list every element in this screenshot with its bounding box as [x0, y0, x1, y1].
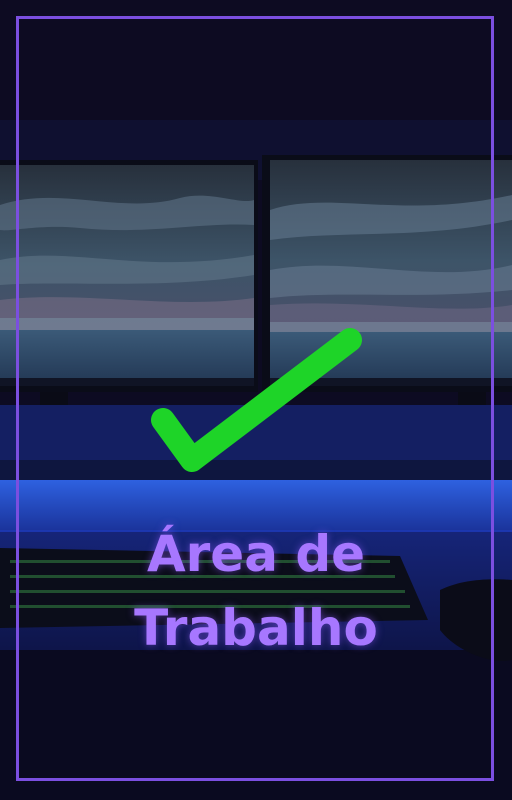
title-line-2: Trabalho	[134, 599, 378, 657]
check-icon	[151, 328, 362, 472]
title-line-1: Área de	[146, 525, 366, 583]
